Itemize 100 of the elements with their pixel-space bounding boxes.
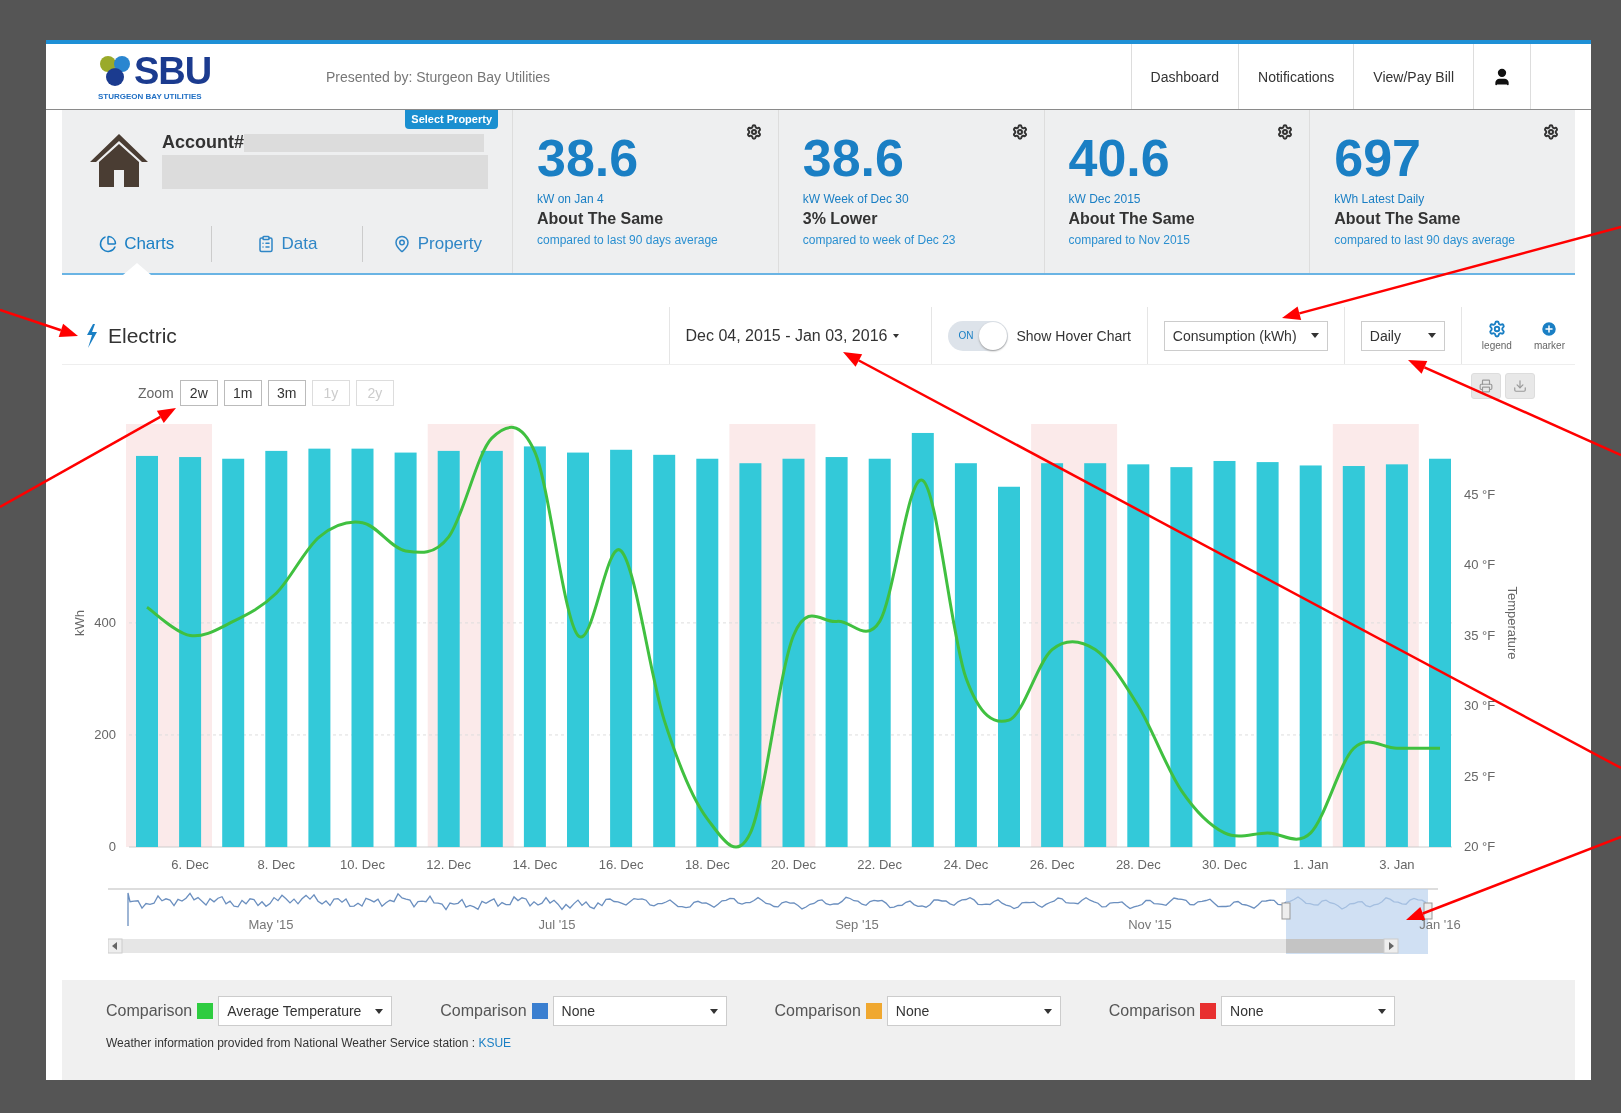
account-label: Account# xyxy=(162,132,244,153)
clipboard-icon xyxy=(256,235,275,253)
toggle-label: Show Hover Chart xyxy=(1016,327,1131,344)
axis-tick-label: 6. Dec xyxy=(171,857,209,872)
stat-value: 697 xyxy=(1334,132,1422,184)
tab[interactable]: Property xyxy=(361,226,512,262)
tagline: Presented by: Sturgeon Bay Utilities xyxy=(326,68,551,85)
stat-unit: kW Dec 2015 xyxy=(1068,192,1142,206)
logo-text: SBU xyxy=(134,52,212,90)
add-icon xyxy=(1540,320,1559,338)
axis-tick-label: 40 °F xyxy=(1464,557,1496,572)
zoom-button[interactable]: 2w xyxy=(179,380,218,406)
stat-value: 38.6 xyxy=(537,132,640,184)
axis-tick-label: 16. Dec xyxy=(598,857,644,872)
nav-link[interactable]: View/Pay Bill xyxy=(1353,44,1473,109)
caret-icon xyxy=(1427,333,1436,338)
settings-icon[interactable] xyxy=(1277,124,1294,140)
scroll-right-icon[interactable] xyxy=(1383,938,1399,954)
comparison-label: Comparison xyxy=(1108,1002,1196,1020)
map-pin-icon xyxy=(392,235,411,253)
axis-tick-label: 20 °F xyxy=(1464,839,1496,854)
axis-tick-label: 22. Dec xyxy=(857,857,903,872)
zoom-label: Zoom xyxy=(138,385,174,401)
caret-icon xyxy=(709,1008,718,1014)
caret-icon xyxy=(1310,333,1319,338)
nav-link[interactable]: Notifications xyxy=(1238,44,1354,109)
axis-tick-label: Nov '15 xyxy=(1128,917,1172,932)
stat-comparison: About The Same xyxy=(537,210,665,228)
pie-chart-icon xyxy=(99,235,118,253)
stat-unit: kW Week of Dec 30 xyxy=(802,192,910,206)
logo-icon xyxy=(98,55,132,87)
settings-icon[interactable] xyxy=(1011,124,1028,140)
toolbar-button[interactable]: marker xyxy=(1529,318,1569,353)
axis-tick-label: 25 °F xyxy=(1464,768,1496,784)
axis-tick-label: 18. Dec xyxy=(684,857,730,872)
select-property-button[interactable]: Select Property xyxy=(405,110,498,129)
caret-icon xyxy=(893,333,900,338)
zoom-button[interactable]: 1m xyxy=(223,380,262,406)
stat-value: 40.6 xyxy=(1068,132,1171,184)
toolbar-button[interactable]: legend xyxy=(1477,318,1516,353)
comparison-dropdown[interactable]: Average Temperature xyxy=(218,996,393,1026)
user-menu-button[interactable] xyxy=(1473,44,1531,109)
range-handle[interactable] xyxy=(1423,902,1433,920)
toggle-switch[interactable]: ON xyxy=(948,320,1009,351)
axis-tick-label: 14. Dec xyxy=(512,857,558,872)
stat-comparison: About The Same xyxy=(1068,210,1196,228)
printer-icon xyxy=(1479,379,1493,393)
settings-icon[interactable] xyxy=(745,124,762,140)
settings-icon[interactable] xyxy=(1543,124,1559,140)
caret-icon xyxy=(375,1008,384,1014)
caret-icon xyxy=(1043,1008,1052,1014)
axis-tick-label: 30 °F xyxy=(1464,698,1496,713)
stat-basis: compared to last 90 days average xyxy=(537,233,719,247)
user-icon xyxy=(1492,66,1512,87)
scrollbar-thumb[interactable] xyxy=(1286,939,1384,953)
axis-tick-label: 45 °F xyxy=(1464,486,1496,502)
download-icon xyxy=(1513,379,1527,393)
nav-link[interactable]: Dashboard xyxy=(1130,44,1239,109)
print-button[interactable] xyxy=(1471,373,1501,399)
stat-unit: kW on Jan 4 xyxy=(537,192,605,206)
logo-subtitle: STURGEON BAY UTILITIES xyxy=(98,92,203,101)
axis-tick-label: 8. Dec xyxy=(257,857,296,872)
stat-value: 38.6 xyxy=(802,132,905,184)
comparison-dropdown[interactable]: None xyxy=(552,996,727,1026)
footnote: Weather information provided from National Weather Service station : KSUE xyxy=(106,1036,513,1050)
axis-tick-label: 35 °F xyxy=(1464,627,1496,643)
axis-tick-label: 400 xyxy=(94,614,116,630)
stat-basis: compared to week of Dec 23 xyxy=(802,233,957,247)
axis-tick-label: Jul '15 xyxy=(538,917,576,932)
axis-tick-label: 26. Dec xyxy=(1029,857,1075,872)
comparison-label: Comparison xyxy=(106,1002,193,1020)
stat-basis: compared to last 90 days average xyxy=(1334,233,1517,247)
axis-tick-label: 12. Dec xyxy=(426,857,472,872)
zoom-button[interactable]: 3m xyxy=(267,380,306,406)
axis-tick-label: Sep '15 xyxy=(835,917,879,932)
axis-tick-label: 30. Dec xyxy=(1202,857,1247,872)
caret-icon xyxy=(1378,1008,1387,1014)
axis-tick-label: 0 xyxy=(108,839,116,854)
stat-unit: kWh Latest Daily xyxy=(1334,192,1426,206)
measure-dropdown[interactable]: Consumption (kWh) xyxy=(1163,320,1328,351)
axis-tick-label: 24. Dec xyxy=(943,857,989,872)
plug-icon xyxy=(84,323,98,348)
comparison-dropdown[interactable]: None xyxy=(1221,996,1396,1026)
stat-basis: compared to Nov 2015 xyxy=(1068,233,1191,247)
date-range-picker[interactable]: Dec 04, 2015 - Jan 03, 2016 xyxy=(681,322,904,349)
stat-comparison: About The Same xyxy=(1334,210,1462,228)
axis-tick-label: 1. Jan xyxy=(1293,857,1329,872)
settings-icon xyxy=(1487,320,1506,338)
axis-tick-label: Jan '16 xyxy=(1419,917,1461,932)
comparison-label: Comparison xyxy=(774,1002,861,1020)
range-handle[interactable] xyxy=(1281,902,1291,920)
stat-comparison: 3% Lower xyxy=(802,210,879,228)
comparison-dropdown[interactable]: None xyxy=(886,996,1061,1026)
axis-tick-label: May '15 xyxy=(248,917,294,932)
scroll-left-icon[interactable] xyxy=(108,938,123,954)
interval-dropdown[interactable]: Daily xyxy=(1360,320,1445,351)
station-link[interactable]: KSUE xyxy=(478,1036,512,1050)
axis-tick-label: 3. Jan xyxy=(1379,857,1415,872)
axis-title: Temperature xyxy=(1505,586,1520,660)
section-title: Electric xyxy=(108,323,177,348)
